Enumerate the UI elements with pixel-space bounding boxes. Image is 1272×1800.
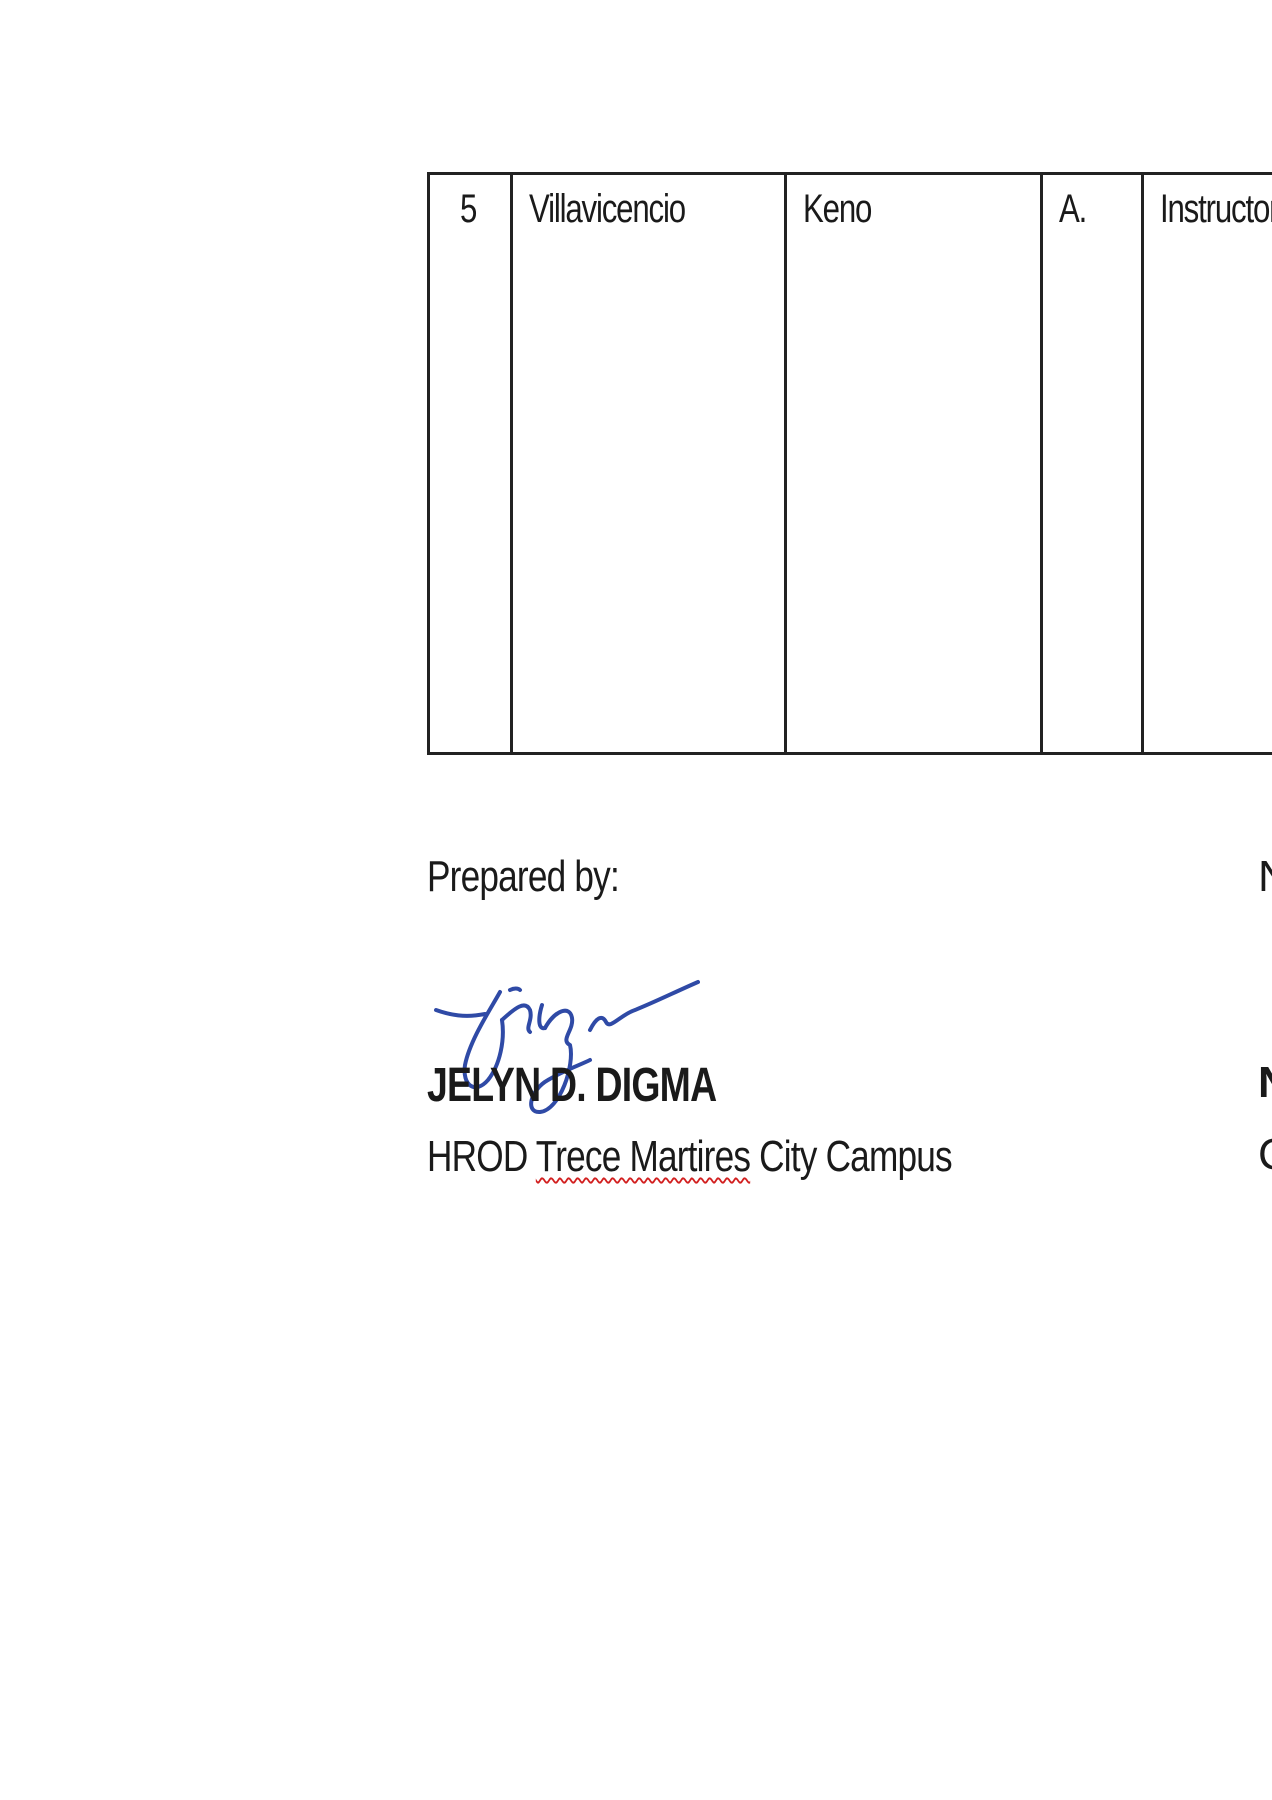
last-name: Villavicencio	[529, 187, 686, 231]
signer-name: JELYN D. DIGMA	[427, 1059, 717, 1112]
office-suffix: City Campus	[759, 1132, 952, 1181]
document-page: 5 Villavicencio Keno A. Instructor I Pre…	[0, 0, 1272, 1800]
personnel-table: 5 Villavicencio Keno A. Instructor I	[427, 172, 1272, 755]
office-prefix: HROD	[427, 1132, 528, 1181]
spellcheck-flagged-text: Trece Martires	[535, 1132, 751, 1181]
table-row: 5 Villavicencio Keno A. Instructor I	[427, 172, 1272, 755]
first-name-cell: Keno	[784, 172, 1043, 755]
row-number: 5	[459, 187, 477, 231]
middle-initial: A.	[1059, 187, 1087, 231]
cutoff-text-fragment: N	[1258, 852, 1272, 902]
row-number-cell: 5	[427, 172, 513, 755]
last-name-cell: Villavicencio	[510, 172, 787, 755]
middle-initial-cell: A.	[1040, 172, 1144, 755]
position: Instructor I	[1160, 187, 1272, 231]
cutoff-text-fragment: C	[1258, 1130, 1272, 1180]
first-name: Keno	[803, 187, 872, 231]
cutoff-text-fragment: N	[1258, 1058, 1272, 1108]
signer-office: HROD Trece Martires City Campus	[427, 1132, 953, 1182]
position-cell: Instructor I	[1141, 172, 1272, 755]
prepared-by-label: Prepared by:	[427, 852, 620, 901]
